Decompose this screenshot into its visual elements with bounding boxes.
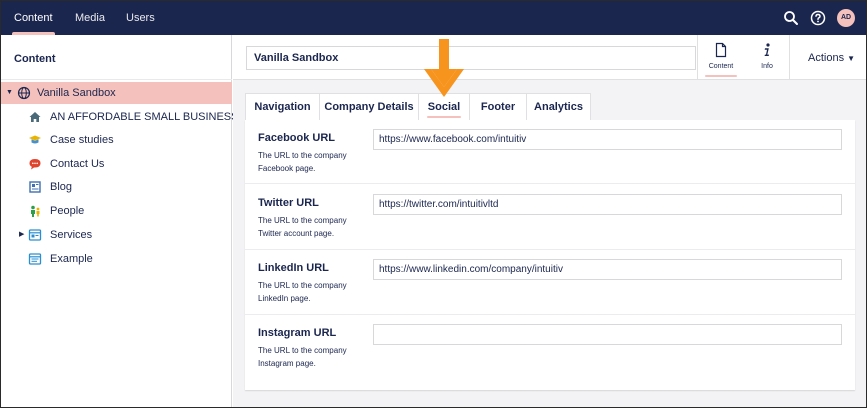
property-row-instagram: Instagram URL The URL to the company Ins… — [245, 315, 855, 380]
tree-item-label: People — [50, 205, 85, 217]
twitter-url-input[interactable]: https://twitter.com/intuitivltd — [373, 194, 842, 215]
help-icon[interactable] — [810, 10, 826, 26]
social-properties-panel: Facebook URL The URL to the company Face… — [245, 120, 855, 390]
property-row-linkedin: LinkedIn URL The URL to the company Link… — [245, 250, 855, 315]
search-icon[interactable] — [783, 10, 799, 26]
topnav-users[interactable]: Users — [126, 1, 155, 35]
document-icon — [28, 253, 42, 265]
expand-caret-icon[interactable]: ▶ — [19, 224, 24, 246]
info-icon — [764, 43, 770, 56]
field-label: Facebook URL — [258, 132, 336, 144]
editor-header: Vanilla Sandbox Content Info Actions ▼ — [233, 35, 866, 80]
instagram-url-input[interactable] — [373, 324, 842, 345]
annotation-arrow-icon — [424, 39, 464, 97]
tree-item-label: Example — [50, 253, 93, 265]
tree-item-people[interactable]: People — [1, 200, 232, 222]
tree-item-label: Blog — [50, 181, 73, 193]
content-app-label: Content — [708, 63, 734, 70]
property-row-facebook: Facebook URL The URL to the company Face… — [245, 120, 855, 185]
graduation-cap-icon — [29, 135, 41, 144]
field-label: LinkedIn URL — [258, 262, 329, 274]
top-bar: Content Media Users AD — [1, 1, 866, 35]
info-app-button[interactable]: Info — [747, 35, 787, 80]
tree-item-label: Vanilla Sandbox — [37, 87, 116, 99]
field-description: The URL to the company Instagram page. — [258, 346, 347, 368]
caret-down-icon: ▼ — [847, 54, 856, 63]
property-row-twitter: Twitter URL The URL to the company Twitt… — [245, 185, 855, 250]
actions-label: Actions — [808, 52, 845, 64]
tab-footer[interactable]: Footer — [469, 93, 527, 120]
app-window: Content Media Users AD Content ▼ Vanilla… — [0, 0, 867, 408]
tree-item-vanilla-sandbox[interactable]: ▼ Vanilla Sandbox — [1, 82, 232, 104]
info-app-label: Info — [761, 63, 773, 70]
editor-main: Vanilla Sandbox Content Info Actions ▼ N… — [233, 35, 866, 407]
chat-bubble-icon — [29, 159, 41, 170]
content-app-button[interactable]: Content — [701, 35, 741, 80]
blog-icon — [29, 181, 41, 193]
tree-item-case-studies[interactable]: Case studies — [1, 129, 232, 151]
sidebar-divider — [1, 79, 232, 80]
services-icon — [28, 229, 42, 241]
node-name-input[interactable]: Vanilla Sandbox — [246, 46, 696, 70]
home-icon — [29, 112, 41, 122]
header-divider — [697, 35, 698, 80]
field-description: The URL to the company LinkedIn page. — [258, 281, 347, 303]
field-label: Twitter URL — [258, 197, 319, 209]
tab-company-details[interactable]: Company Details — [319, 93, 419, 120]
field-label: Instagram URL — [258, 327, 337, 339]
field-description: The URL to the company Twitter account p… — [258, 216, 347, 238]
tree-item-contact-us[interactable]: Contact Us — [1, 153, 232, 175]
linkedin-url-input[interactable]: https://www.linkedin.com/company/intuiti… — [373, 259, 842, 280]
facebook-url-input[interactable]: https://www.facebook.com/intuitiv — [373, 129, 842, 150]
tab-analytics[interactable]: Analytics — [526, 93, 591, 120]
topnav-media[interactable]: Media — [75, 1, 105, 35]
tree-item-label: Contact Us — [50, 158, 105, 170]
topnav-content[interactable]: Content — [12, 1, 55, 35]
tree-item-label: Case studies — [50, 134, 114, 146]
tree-item-label: Services — [50, 229, 93, 241]
tree-item-services[interactable]: ▶ Services — [1, 224, 232, 246]
tree-item-blog[interactable]: Blog — [1, 176, 232, 198]
sidebar-title: Content — [14, 53, 56, 65]
actions-button[interactable]: Actions ▼ — [808, 52, 855, 64]
field-description: The URL to the company Facebook page. — [258, 151, 347, 173]
document-icon — [715, 42, 727, 58]
tree-item-home[interactable]: AN AFFORDABLE SMALL BUSINESS W... — [1, 106, 260, 128]
tree-item-label: AN AFFORDABLE SMALL BUSINESS W... — [50, 111, 261, 123]
header-divider — [789, 35, 790, 80]
tree-item-example[interactable]: Example — [1, 248, 232, 270]
user-avatar[interactable]: AD — [837, 9, 855, 27]
globe-icon — [17, 86, 31, 100]
tab-navigation[interactable]: Navigation — [245, 93, 320, 120]
expand-caret-icon[interactable]: ▼ — [6, 82, 13, 104]
people-icon — [31, 205, 40, 217]
row-divider — [245, 183, 855, 184]
content-tree-sidebar: Content ▼ Vanilla Sandbox AN AFFORDABLE … — [1, 35, 260, 407]
